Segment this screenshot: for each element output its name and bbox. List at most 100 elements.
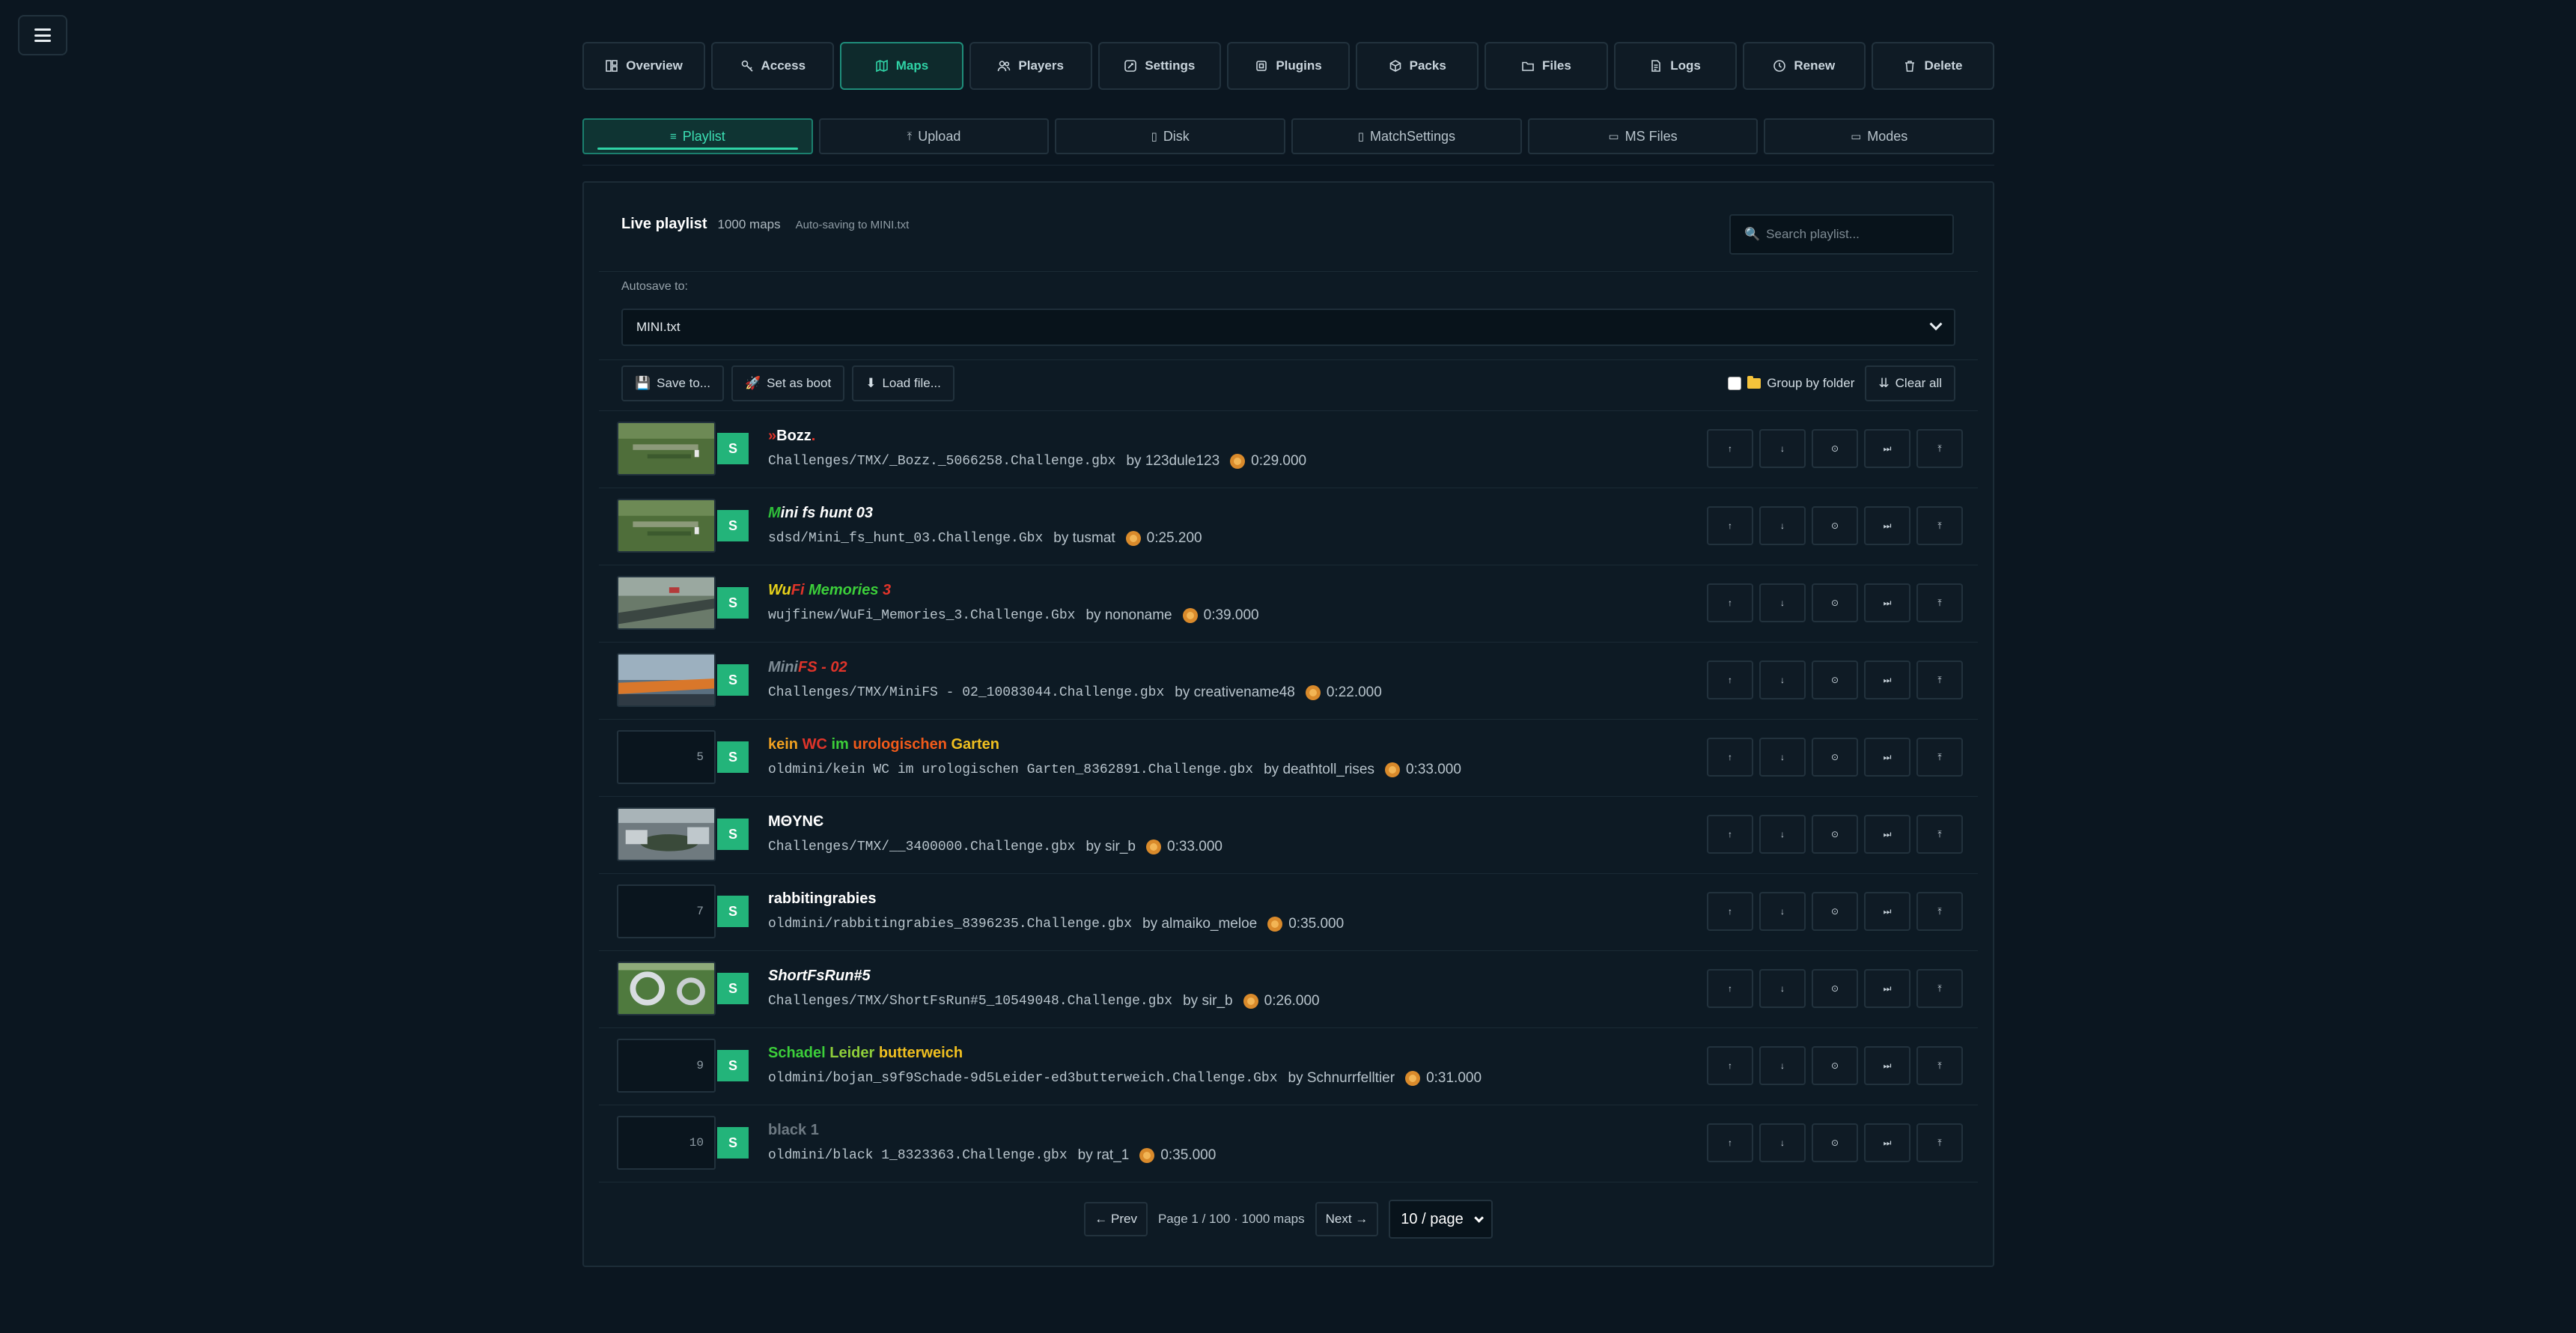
autosave-label: Autosave to: <box>621 280 688 293</box>
tab-packs[interactable]: Packs <box>1356 42 1479 90</box>
map-name: WuFi Memories 3 <box>768 582 891 599</box>
skip-button[interactable]: ⏭ <box>1864 661 1910 699</box>
move-down-button[interactable]: ↓ <box>1759 1046 1806 1085</box>
move-up-button[interactable]: ↑ <box>1707 815 1753 854</box>
move-top-button[interactable]: ⤒ <box>1916 661 1963 699</box>
move-down-button[interactable]: ↓ <box>1759 661 1806 699</box>
move-down-button[interactable]: ↓ <box>1759 1123 1806 1162</box>
map-name-part: Fi <box>791 582 805 598</box>
autosave-select[interactable]: MINI.txt <box>621 309 1955 346</box>
move-top-button[interactable]: ⤒ <box>1916 583 1963 622</box>
move-up-button[interactable]: ↑ <box>1707 1046 1753 1085</box>
move-top-button[interactable]: ⤒ <box>1916 1046 1963 1085</box>
per-page-select[interactable]: 10 / page <box>1389 1200 1493 1239</box>
move-down-button[interactable]: ↓ <box>1759 429 1806 468</box>
tab-renew[interactable]: Renew <box>1742 42 1866 90</box>
move-top-button[interactable]: ⤒ <box>1916 815 1963 854</box>
move-down-button[interactable]: ↓ <box>1759 892 1806 931</box>
move-up-button[interactable]: ↑ <box>1707 583 1753 622</box>
move-up-button[interactable]: ↑ <box>1707 429 1753 468</box>
move-up-button[interactable]: ↑ <box>1707 506 1753 545</box>
tab-files[interactable]: Files <box>1485 42 1608 90</box>
move-down-button[interactable]: ↓ <box>1759 738 1806 777</box>
move-up-button[interactable]: ↑ <box>1707 738 1753 777</box>
move-down-button[interactable]: ↓ <box>1759 815 1806 854</box>
skip-button[interactable]: ⏭ <box>1864 429 1910 468</box>
move-up-button[interactable]: ↑ <box>1707 1123 1753 1162</box>
status-badge: S <box>717 587 749 619</box>
focus-button[interactable]: ⊙ <box>1812 969 1858 1008</box>
focus-button[interactable]: ⊙ <box>1812 892 1858 931</box>
tab-overview[interactable]: Overview <box>582 42 706 90</box>
skip-button[interactable]: ⏭ <box>1864 815 1910 854</box>
map-index: 7 <box>696 905 704 918</box>
subtab-playlist[interactable]: ≡ Playlist <box>582 118 813 154</box>
subtab-modes[interactable]: ▭ Modes <box>1764 118 1995 154</box>
move-top-button[interactable]: ⤒ <box>1916 429 1963 468</box>
tab-players[interactable]: Players <box>969 42 1092 90</box>
subtab-upload[interactable]: ⤒ Upload <box>818 118 1050 154</box>
skip-button[interactable]: ⏭ <box>1864 583 1910 622</box>
skip-button[interactable]: ⏭ <box>1864 892 1910 931</box>
focus-button[interactable]: ⊙ <box>1812 738 1858 777</box>
move-down-button[interactable]: ↓ <box>1759 969 1806 1008</box>
focus-button[interactable]: ⊙ <box>1812 1046 1858 1085</box>
move-top-button[interactable]: ⤒ <box>1916 1123 1963 1162</box>
subtab-label: Upload <box>918 128 961 144</box>
tab-delete[interactable]: Delete <box>1871 42 1995 90</box>
tab-maps[interactable]: Maps <box>840 42 963 90</box>
save-to-button[interactable]: 💾 Save to... <box>621 365 724 401</box>
skip-button[interactable]: ⏭ <box>1864 969 1910 1008</box>
move-top-button[interactable]: ⤒ <box>1916 738 1963 777</box>
row-actions: ↑ ↓ ⊙ ⏭ ⤒ <box>1707 429 1963 468</box>
subtab-matchsettings[interactable]: ▯ MatchSettings <box>1291 118 1522 154</box>
load-file-button[interactable]: ⬇ Load file... <box>852 365 954 401</box>
tab-label: Maps <box>895 58 929 73</box>
menu-button[interactable] <box>18 15 67 55</box>
move-up-button[interactable]: ↑ <box>1707 661 1753 699</box>
next-page-button[interactable]: Next → <box>1315 1202 1379 1236</box>
skip-button[interactable]: ⏭ <box>1864 1046 1910 1085</box>
move-down-button[interactable]: ↓ <box>1759 506 1806 545</box>
clear-all-button[interactable]: ⇊ Clear all <box>1865 365 1955 401</box>
search-box[interactable]: 🔍 <box>1729 214 1954 255</box>
group-by-folder-toggle[interactable]: Group by folder <box>1728 376 1854 391</box>
map-time: 0:22.000 <box>1326 684 1382 700</box>
subtab-label: MatchSettings <box>1369 128 1456 144</box>
tab-plugins[interactable]: Plugins <box>1226 42 1351 90</box>
focus-button[interactable]: ⊙ <box>1812 1123 1858 1162</box>
focus-button[interactable]: ⊙ <box>1812 661 1858 699</box>
group-by-folder-checkbox[interactable] <box>1728 377 1742 390</box>
map-author: by deathtoll_rises <box>1264 762 1374 777</box>
map-name-part: Bozz <box>776 428 812 444</box>
clear-icon: ⇊ <box>1878 376 1890 390</box>
move-top-button[interactable]: ⤒ <box>1916 506 1963 545</box>
status-badge: S <box>717 1050 749 1081</box>
search-input[interactable] <box>1766 227 1931 242</box>
set-as-boot-button[interactable]: 🚀 Set as boot <box>731 365 845 401</box>
focus-button[interactable]: ⊙ <box>1812 583 1858 622</box>
subtab-ms-files[interactable]: ▭ MS Files <box>1527 118 1759 154</box>
move-up-button[interactable]: ↑ <box>1707 892 1753 931</box>
status-badge: S <box>717 741 749 773</box>
move-down-button[interactable]: ↓ <box>1759 583 1806 622</box>
row-actions: ↑ ↓ ⊙ ⏭ ⤒ <box>1707 815 1963 854</box>
skip-button[interactable]: ⏭ <box>1864 1123 1910 1162</box>
focus-button[interactable]: ⊙ <box>1812 429 1858 468</box>
prev-page-button[interactable]: ← Prev <box>1084 1202 1148 1236</box>
focus-button[interactable]: ⊙ <box>1812 506 1858 545</box>
log-icon <box>1649 59 1663 73</box>
subtab-disk[interactable]: ▯ Disk <box>1055 118 1286 154</box>
move-top-button[interactable]: ⤒ <box>1916 892 1963 931</box>
tab-settings[interactable]: Settings <box>1097 42 1221 90</box>
tab-logs[interactable]: Logs <box>1613 42 1737 90</box>
move-top-button[interactable]: ⤒ <box>1916 969 1963 1008</box>
map-name-part: Schadel <box>768 1045 830 1061</box>
tab-access[interactable]: Access <box>711 42 835 90</box>
package-icon <box>1389 59 1402 73</box>
focus-button[interactable]: ⊙ <box>1812 815 1858 854</box>
skip-button[interactable]: ⏭ <box>1864 506 1910 545</box>
move-up-button[interactable]: ↑ <box>1707 969 1753 1008</box>
medal-icon <box>1139 1148 1155 1163</box>
skip-button[interactable]: ⏭ <box>1864 738 1910 777</box>
